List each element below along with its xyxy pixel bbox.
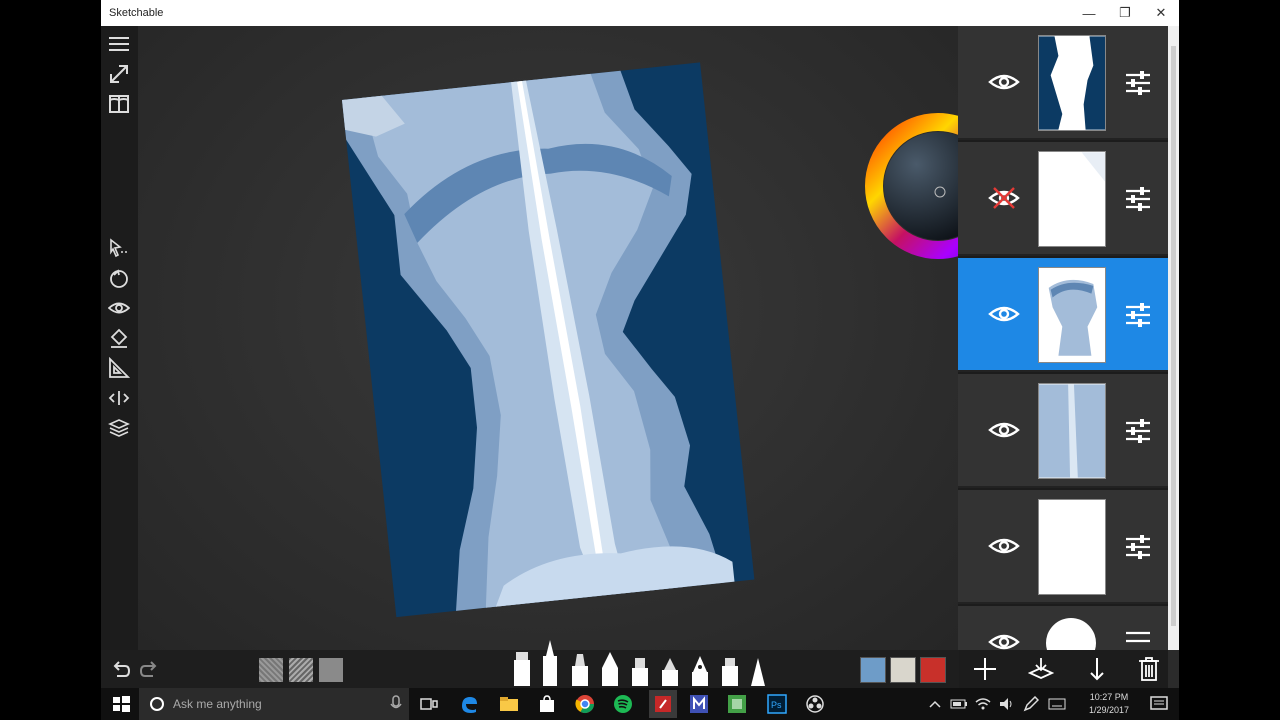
clock-date: 1/29/2017 bbox=[1088, 705, 1130, 715]
layer-settings-icon[interactable] bbox=[1124, 70, 1152, 96]
paint-brush-icon[interactable] bbox=[569, 638, 591, 688]
layer-row[interactable] bbox=[958, 490, 1168, 604]
layer-row[interactable] bbox=[958, 142, 1168, 256]
layer-row[interactable] bbox=[958, 606, 1168, 650]
windows-start-icon[interactable] bbox=[109, 692, 133, 716]
app-m-icon[interactable] bbox=[687, 692, 711, 716]
move-down-icon[interactable] bbox=[1082, 654, 1112, 684]
crayon-brush-icon[interactable] bbox=[629, 638, 651, 688]
transform-icon[interactable] bbox=[107, 266, 131, 290]
sketchable-taskbar-icon[interactable] bbox=[649, 690, 677, 718]
layer-settings-icon[interactable] bbox=[1124, 534, 1152, 560]
svg-text:Ps: Ps bbox=[771, 700, 782, 710]
texture-1-icon[interactable] bbox=[259, 658, 283, 682]
book-icon[interactable] bbox=[107, 92, 131, 116]
texture-3-icon[interactable] bbox=[319, 658, 343, 682]
microphone-icon[interactable] bbox=[389, 695, 403, 713]
file-explorer-icon[interactable] bbox=[497, 692, 521, 716]
spotify-icon[interactable] bbox=[611, 692, 635, 716]
search-box[interactable]: Ask me anything bbox=[139, 688, 409, 720]
selection-icon[interactable] bbox=[107, 236, 131, 260]
keyboard-icon[interactable] bbox=[1045, 692, 1069, 716]
screen: Sketchable — ❐ ✕ Ask me anything Ps 10:2… bbox=[0, 0, 1280, 720]
cortana-icon bbox=[150, 697, 164, 711]
merge-layer-icon[interactable] bbox=[1026, 654, 1056, 684]
layer-settings-icon[interactable] bbox=[1124, 628, 1152, 650]
search-placeholder: Ask me anything bbox=[173, 697, 262, 711]
layers-icon[interactable] bbox=[107, 416, 131, 440]
wifi-icon[interactable] bbox=[971, 692, 995, 716]
window-title: Sketchable bbox=[109, 7, 164, 19]
marker-brush-icon[interactable] bbox=[539, 638, 561, 688]
layer-settings-icon[interactable] bbox=[1124, 302, 1152, 328]
eye-icon[interactable] bbox=[988, 416, 1020, 444]
app-window: Sketchable — ❐ ✕ bbox=[101, 0, 1179, 688]
drawing-canvas[interactable] bbox=[138, 26, 1011, 650]
layer-actions-bar bbox=[958, 650, 1168, 688]
canvas-area[interactable] bbox=[138, 26, 1011, 650]
layers-panel bbox=[958, 26, 1168, 650]
color-swatch[interactable] bbox=[920, 657, 946, 683]
pen-brush-icon[interactable] bbox=[689, 638, 711, 688]
edge-icon[interactable] bbox=[457, 692, 481, 716]
notifications-icon[interactable] bbox=[1147, 692, 1171, 716]
fine-pen-brush-icon[interactable] bbox=[747, 638, 769, 688]
system-clock[interactable]: 10:27 PM 1/29/2017 bbox=[1079, 691, 1139, 717]
layer-row-selected[interactable] bbox=[958, 258, 1168, 372]
eye-icon[interactable] bbox=[988, 532, 1020, 560]
spray-brush-icon[interactable] bbox=[719, 638, 741, 688]
layer-thumbnail bbox=[1046, 618, 1096, 650]
layer-row[interactable] bbox=[958, 374, 1168, 488]
chrome-icon[interactable] bbox=[573, 692, 597, 716]
visibility-icon[interactable] bbox=[107, 296, 131, 320]
obs-icon[interactable] bbox=[803, 692, 827, 716]
close-button[interactable]: ✕ bbox=[1143, 0, 1179, 26]
eye-icon[interactable] bbox=[988, 628, 1020, 650]
app-green-icon[interactable] bbox=[725, 692, 749, 716]
undo-icon[interactable] bbox=[109, 658, 131, 680]
color-swatch[interactable] bbox=[890, 657, 916, 683]
pencil-brush-icon[interactable] bbox=[599, 638, 621, 688]
store-icon[interactable] bbox=[535, 692, 559, 716]
eye-icon[interactable] bbox=[988, 68, 1020, 96]
battery-icon[interactable] bbox=[947, 692, 971, 716]
layer-settings-icon[interactable] bbox=[1124, 418, 1152, 444]
color-swatch[interactable] bbox=[860, 657, 886, 683]
layers-scrollbar[interactable] bbox=[1168, 26, 1179, 650]
layer-row[interactable] bbox=[958, 26, 1168, 140]
left-toolbar bbox=[101, 26, 138, 688]
photoshop-icon[interactable]: Ps bbox=[765, 692, 789, 716]
layer-thumbnail bbox=[1038, 267, 1106, 363]
eye-icon[interactable] bbox=[988, 300, 1020, 328]
layer-thumbnail bbox=[1038, 499, 1106, 595]
menu-icon[interactable] bbox=[107, 32, 131, 56]
pen-icon[interactable] bbox=[1019, 692, 1043, 716]
windows-taskbar: Ask me anything Ps 10:27 PM 1/29/2017 bbox=[101, 688, 1179, 720]
fullscreen-icon[interactable] bbox=[107, 62, 131, 86]
minimize-button[interactable]: — bbox=[1071, 0, 1107, 26]
airbrush-brush-icon[interactable] bbox=[659, 638, 681, 688]
task-view-icon[interactable] bbox=[417, 692, 441, 716]
add-layer-icon[interactable] bbox=[970, 654, 1000, 684]
clock-time: 10:27 PM bbox=[1089, 692, 1129, 702]
volume-icon[interactable] bbox=[995, 692, 1019, 716]
maximize-button[interactable]: ❐ bbox=[1107, 0, 1143, 26]
layer-thumbnail bbox=[1038, 151, 1106, 247]
ruler-icon[interactable] bbox=[107, 356, 131, 380]
chevron-up-icon[interactable] bbox=[923, 692, 947, 716]
title-bar: Sketchable — ❐ ✕ bbox=[101, 0, 1179, 26]
layer-settings-icon[interactable] bbox=[1124, 186, 1152, 212]
delete-layer-icon[interactable] bbox=[1134, 654, 1164, 684]
eye-hidden-icon[interactable] bbox=[988, 184, 1020, 212]
symmetry-icon[interactable] bbox=[107, 386, 131, 410]
texture-2-icon[interactable] bbox=[289, 658, 313, 682]
layer-thumbnail bbox=[1038, 35, 1106, 131]
redo-icon[interactable] bbox=[139, 658, 161, 680]
scrollbar-thumb[interactable] bbox=[1171, 46, 1176, 626]
layer-thumbnail bbox=[1038, 383, 1106, 479]
eraser-brush-icon[interactable] bbox=[511, 638, 533, 688]
fill-icon[interactable] bbox=[107, 326, 131, 350]
